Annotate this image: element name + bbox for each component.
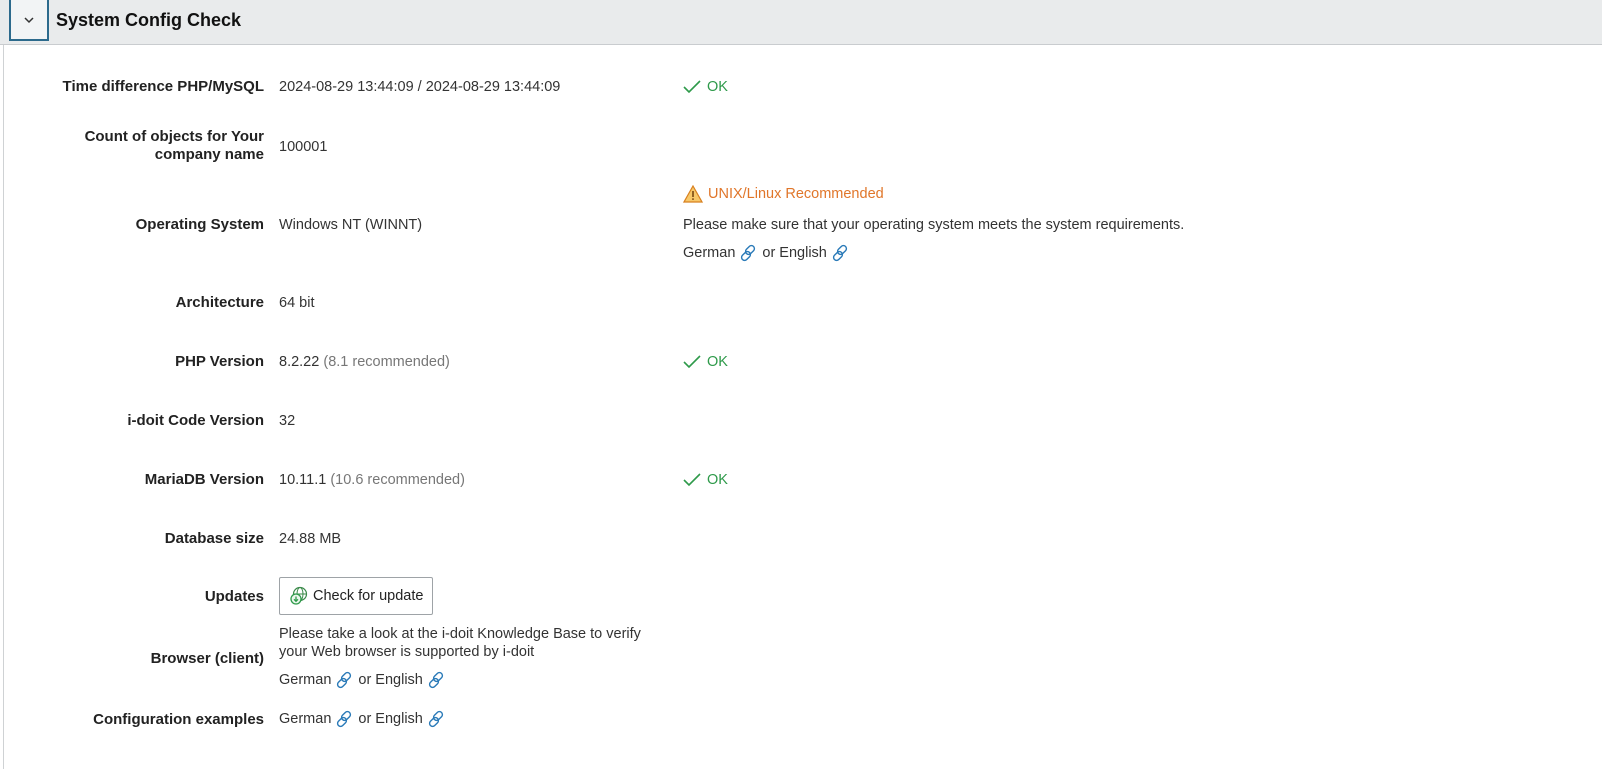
row-label: Operating System [135, 216, 264, 233]
chevron-down-icon [24, 16, 34, 23]
row-value: 2024-08-29 13:44:09 / 2024-08-29 13:44:0… [279, 79, 561, 95]
browser-doc-links: German or English [279, 670, 446, 690]
warning-text: UNIX/Linux Recommended [708, 186, 884, 202]
row-label: Configuration examples [93, 711, 264, 728]
recommended-version: (10.6 recommended) [330, 472, 465, 488]
warning-triangle-icon [683, 185, 703, 203]
link-english[interactable]: English [375, 670, 446, 690]
row-label: Database size [164, 530, 264, 547]
link-german[interactable]: German [279, 709, 354, 729]
status-warning: UNIX/Linux Recommended [683, 185, 884, 203]
row-label: MariaDB Version [144, 471, 264, 488]
button-label: Check for update [313, 588, 424, 604]
config-check-panel: Time difference PHP/MySQL 2024-08-29 13:… [3, 45, 1602, 769]
link-icon [832, 244, 847, 262]
row-label: Browser (client) [150, 650, 264, 667]
row-value: 8.2.22 (8.1 recommended) [279, 353, 450, 371]
browser-info-text: Please take a look at the i-doit Knowled… [279, 625, 641, 661]
link-icon [741, 244, 756, 262]
link-text: German [279, 711, 332, 727]
row-label: Updates [204, 588, 264, 605]
section-title: System Config Check [56, 10, 242, 30]
link-icon [337, 710, 352, 728]
row-value: 32 [279, 413, 296, 429]
checkmark-icon [683, 80, 701, 94]
status-text: OK [707, 79, 728, 95]
version-value: 10.11.1 [279, 472, 327, 488]
version-value: 8.2.22 [279, 354, 320, 370]
check-for-update-button[interactable]: Check for update [279, 577, 434, 615]
status-text: OK [707, 472, 728, 488]
recommended-version: (8.1 recommended) [323, 354, 450, 370]
text-line: your Web browser is supported by i-doit [279, 644, 535, 660]
collapse-toggle-button[interactable] [9, 0, 49, 41]
link-english[interactable]: English [375, 709, 446, 729]
section-header: System Config Check [0, 0, 1602, 45]
row-value: 100001 [279, 139, 328, 155]
checkmark-icon [683, 473, 701, 487]
os-doc-links: German or English [683, 243, 850, 263]
os-requirement-note: Please make sure that your operating sys… [683, 217, 1185, 233]
link-text: English [375, 711, 423, 727]
link-icon [428, 710, 443, 728]
link-icon [428, 671, 443, 689]
row-label: i-doit Code Version [127, 412, 264, 429]
row-label: Time difference PHP/MySQL [62, 78, 264, 95]
link-german[interactable]: German [279, 670, 354, 690]
globe-download-icon [290, 586, 308, 605]
status-ok: OK [683, 353, 728, 371]
link-english[interactable]: English [779, 243, 850, 263]
text-line: Please take a look at the i-doit Knowled… [279, 626, 641, 642]
checkmark-icon [683, 355, 701, 369]
row-value: Windows NT (WINNT) [279, 217, 423, 233]
link-text: German [279, 672, 332, 688]
link-text: English [375, 672, 423, 688]
config-doc-links: German or English [279, 709, 446, 729]
row-label: PHP Version [175, 353, 264, 370]
status-ok: OK [683, 78, 728, 96]
row-value: 10.11.1 (10.6 recommended) [279, 471, 465, 489]
row-value: 24.88 MB [279, 531, 342, 547]
link-text: German [683, 245, 736, 261]
link-german[interactable]: German [683, 243, 758, 263]
link-text: English [779, 245, 827, 261]
status-text: OK [707, 354, 728, 370]
status-ok: OK [683, 471, 728, 489]
row-label: Architecture [175, 294, 264, 311]
row-label: Count of objects for Your company name [24, 128, 264, 164]
link-icon [337, 671, 352, 689]
or-text: or [358, 672, 372, 688]
label-line: Count of objects for Your [84, 128, 264, 145]
label-line: company name [154, 146, 264, 163]
or-text: or [762, 245, 776, 261]
row-value: 64 bit [279, 295, 315, 311]
or-text: or [358, 711, 372, 727]
